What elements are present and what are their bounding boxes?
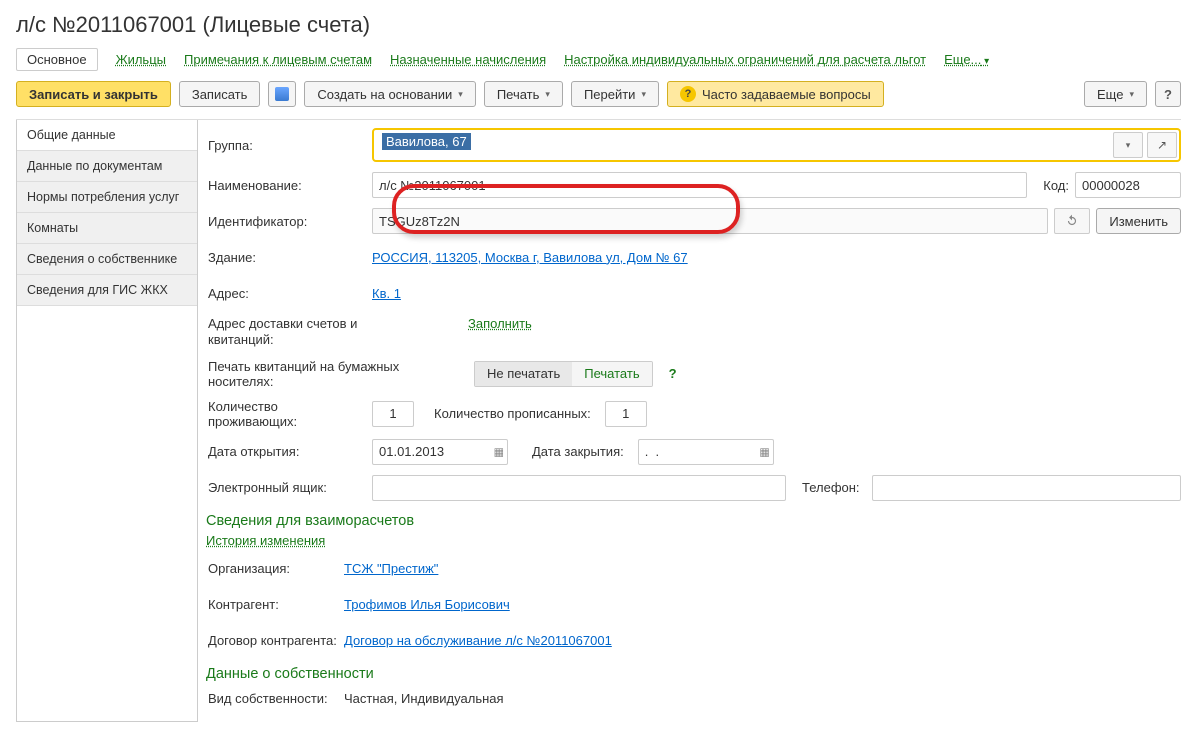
page-title: л/с №2011067001 (Лицевые счета) xyxy=(16,12,1181,38)
contragent-link[interactable]: Трофимов Илья Борисович xyxy=(344,597,510,612)
help-button[interactable]: ? xyxy=(1155,81,1181,107)
create-based-button[interactable]: Создать на основании xyxy=(304,81,475,107)
nav-notes[interactable]: Примечания к лицевым счетам xyxy=(184,52,372,67)
living-input[interactable] xyxy=(372,401,414,427)
tab-norms[interactable]: Нормы потребления услуг xyxy=(17,181,197,213)
name-label: Наименование: xyxy=(206,178,366,193)
nav-tenants[interactable]: Жильцы xyxy=(116,52,166,67)
org-label: Организация: xyxy=(206,561,338,576)
list-icon xyxy=(275,87,289,101)
closedate-label: Дата закрытия: xyxy=(514,444,632,459)
opendate-input[interactable] xyxy=(372,439,508,465)
building-label: Здание: xyxy=(206,250,366,265)
contract-label: Договор контрагента: xyxy=(206,633,338,648)
registered-label: Количество прописанных: xyxy=(420,406,599,421)
address-label: Адрес: xyxy=(206,286,366,301)
goto-button[interactable]: Перейти xyxy=(571,81,659,107)
contract-link[interactable]: Договор на обслуживание л/с №2011067001 xyxy=(344,633,612,648)
toolbar: Записать и закрыть Записать Создать на о… xyxy=(16,81,1181,120)
nav-more[interactable]: Еще... xyxy=(944,52,989,67)
phone-label: Телефон: xyxy=(792,480,866,495)
closedate-input[interactable] xyxy=(638,439,774,465)
org-link[interactable]: ТСЖ "Престиж" xyxy=(344,561,438,576)
email-label: Электронный ящик: xyxy=(206,480,366,495)
ownership-label: Вид собственности: xyxy=(206,691,338,706)
living-label: Количество проживающих: xyxy=(206,399,366,429)
identifier-input[interactable] xyxy=(372,208,1048,234)
refresh-button[interactable] xyxy=(1054,208,1090,234)
nav-accruals[interactable]: Назначенные начисления xyxy=(390,52,546,67)
group-label: Группа: xyxy=(206,138,366,153)
printpaper-label: Печать квитанций на бумажных носителях: xyxy=(206,359,468,389)
ownership-value: Частная, Индивидуальная xyxy=(344,691,504,706)
nav-limits[interactable]: Настройка индивидуальных ограничений для… xyxy=(564,52,926,67)
form-area: Группа: Вавилова, 67 ↗ Наименование: Код… xyxy=(206,120,1181,722)
identifier-label: Идентификатор: xyxy=(206,214,366,229)
contragent-label: Контрагент: xyxy=(206,597,338,612)
address-link[interactable]: Кв. 1 xyxy=(372,286,401,301)
faq-button[interactable]: ? Часто задаваемые вопросы xyxy=(667,81,884,107)
nav-main[interactable]: Основное xyxy=(16,48,98,71)
delivery-label: Адрес доставки счетов и квитанций: xyxy=(206,316,366,349)
help-icon: ? xyxy=(680,86,696,102)
question-icon[interactable]: ? xyxy=(659,366,677,381)
ownership-header: Данные о собственности xyxy=(206,666,1181,682)
group-open-icon[interactable]: ↗ xyxy=(1147,132,1177,158)
group-dropdown-icon[interactable] xyxy=(1113,132,1143,158)
history-link[interactable]: История изменения xyxy=(206,533,325,548)
group-input[interactable]: Вавилова, 67 xyxy=(376,134,1109,156)
code-input[interactable] xyxy=(1075,172,1181,198)
save-close-button[interactable]: Записать и закрыть xyxy=(16,81,171,107)
opendate-label: Дата открытия: xyxy=(206,444,366,459)
phone-input[interactable] xyxy=(872,475,1181,501)
fill-link[interactable]: Заполнить xyxy=(468,316,532,331)
settlement-header: Сведения для взаиморасчетов xyxy=(206,513,1181,529)
tab-gis[interactable]: Сведения для ГИС ЖКХ xyxy=(17,274,197,306)
side-tabs: Общие данные Данные по документам Нормы … xyxy=(16,120,198,722)
name-input[interactable] xyxy=(372,172,1027,198)
email-input[interactable] xyxy=(372,475,786,501)
toggle-print[interactable]: Печатать xyxy=(572,362,651,386)
print-toggle[interactable]: Не печатать Печатать xyxy=(474,361,653,387)
tab-documents[interactable]: Данные по документам xyxy=(17,150,197,182)
toggle-noprint[interactable]: Не печатать xyxy=(475,362,572,386)
list-icon-button[interactable] xyxy=(268,81,296,107)
change-button[interactable]: Изменить xyxy=(1096,208,1181,234)
print-button[interactable]: Печать xyxy=(484,81,563,107)
more-button[interactable]: Еще xyxy=(1084,81,1147,107)
save-button[interactable]: Записать xyxy=(179,81,261,107)
group-field-wrap: Вавилова, 67 ↗ xyxy=(372,128,1181,162)
building-link[interactable]: РОССИЯ, 113205, Москва г, Вавилова ул, Д… xyxy=(372,250,688,265)
code-label: Код: xyxy=(1033,178,1069,193)
tab-owner[interactable]: Сведения о собственнике xyxy=(17,243,197,275)
refresh-icon xyxy=(1065,214,1079,228)
tab-rooms[interactable]: Комнаты xyxy=(17,212,197,244)
nav-bar: Основное Жильцы Примечания к лицевым сче… xyxy=(16,48,1181,71)
tab-general[interactable]: Общие данные xyxy=(17,119,197,151)
registered-input[interactable] xyxy=(605,401,647,427)
